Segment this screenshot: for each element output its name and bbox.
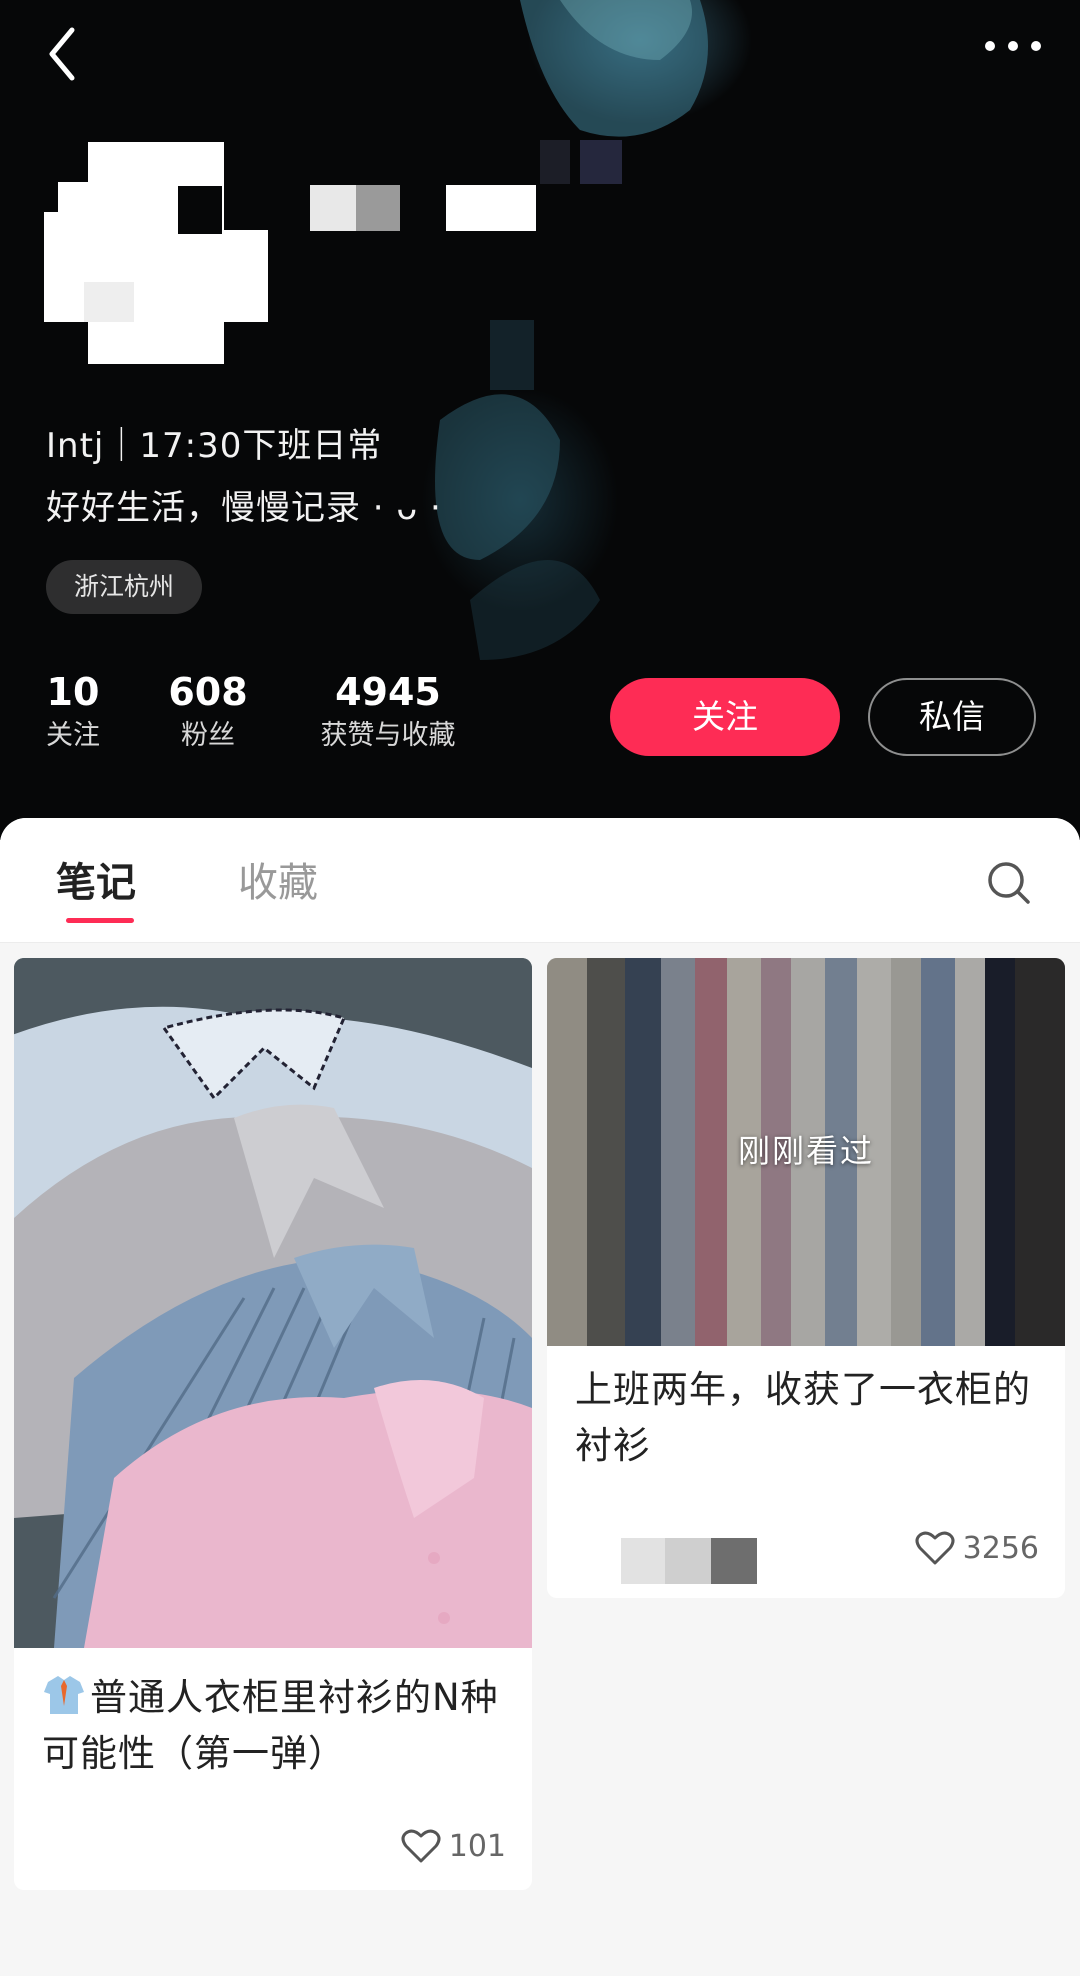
search-button[interactable] [982, 856, 1036, 910]
follow-button[interactable]: 关注 [610, 678, 840, 756]
likes-collects-stat[interactable]: 4945 获赞与收藏 [312, 668, 464, 756]
recently-viewed-label: 刚刚看过 [737, 1132, 874, 1170]
active-tab-indicator [66, 918, 134, 923]
heart-icon [401, 1829, 441, 1863]
username-redacted [310, 185, 536, 231]
tab-bar: 笔记 收藏 [0, 818, 1080, 943]
likes-collects-label: 获赞与收藏 [320, 720, 456, 751]
bio-line-2: 好好生活，慢慢记录 · ᴗ · [46, 488, 442, 528]
chevron-left-icon [49, 27, 75, 81]
following-stat[interactable]: 10 关注 [40, 668, 106, 756]
back-button[interactable] [38, 24, 88, 84]
author-redacted [621, 1538, 757, 1584]
bio-line-1: Intj｜17:30下班日常 [46, 426, 383, 466]
like-button[interactable]: 3256 [915, 1530, 1039, 1566]
likes-collects-count: 4945 [335, 670, 441, 714]
followers-stat[interactable]: 608 粉丝 [168, 668, 248, 756]
tab-notes[interactable]: 笔记 [56, 850, 136, 908]
avatar[interactable] [44, 142, 268, 364]
message-button[interactable]: 私信 [868, 678, 1036, 756]
more-options-button[interactable] [978, 26, 1048, 66]
location-tag[interactable]: 浙江杭州 [46, 560, 203, 614]
note-title-text: 普通人衣柜里衬衫的N种可能性（第一弹） [42, 1676, 499, 1775]
followers-count: 608 [168, 670, 248, 714]
note-cover-image [14, 958, 532, 1648]
profile-header: Intj｜17:30下班日常 好好生活，慢慢记录 · ᴗ · 浙江杭州 10 关… [0, 0, 1080, 840]
note-card[interactable]: 普通人衣柜里衬衫的N种可能性（第一弹） 101 [14, 958, 532, 1890]
like-count: 3256 [962, 1530, 1039, 1566]
content-panel: 笔记 收藏 普通人衣柜里衬衫的N种可能性（第一弹） 101 刚刚看过 上班两年，… [0, 818, 1080, 1976]
shirt-tie-icon [44, 1676, 84, 1714]
following-label: 关注 [46, 720, 100, 751]
like-button[interactable]: 101 [401, 1828, 506, 1864]
followers-label: 粉丝 [181, 720, 235, 751]
more-dots-icon [985, 41, 1041, 51]
note-title: 普通人衣柜里衬衫的N种可能性（第一弹） [42, 1670, 508, 1782]
like-count: 101 [448, 1828, 506, 1864]
search-icon [988, 862, 1030, 904]
tab-collections[interactable]: 收藏 [238, 850, 318, 908]
heart-icon [915, 1531, 955, 1565]
note-card[interactable]: 刚刚看过 上班两年，收获了一衣柜的衬衫 3256 [547, 958, 1065, 1598]
note-title: 上班两年，收获了一衣柜的衬衫 [575, 1368, 1031, 1467]
following-count: 10 [46, 670, 100, 714]
